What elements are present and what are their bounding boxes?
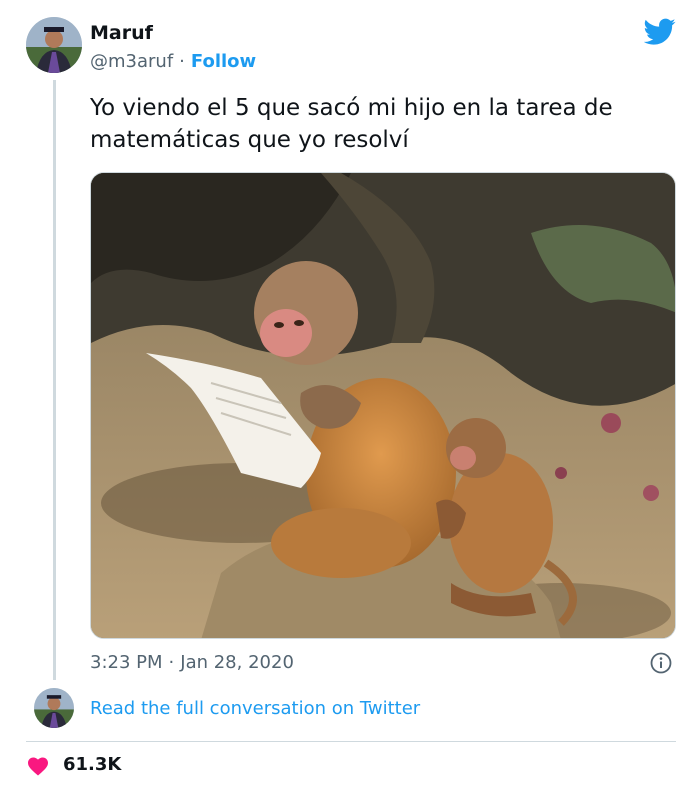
handle-row: @m3aruf · Follow: [90, 51, 256, 72]
author-name[interactable]: Maruf: [90, 22, 153, 44]
follow-button[interactable]: Follow: [191, 51, 256, 72]
like-count: 61.3K: [63, 754, 122, 775]
tweet-text: Yo viendo el 5 que sacó mi hijo en la ta…: [90, 95, 613, 153]
thread-line: [53, 80, 56, 680]
twitter-bird-icon[interactable]: [643, 18, 676, 46]
read-conversation-link[interactable]: Read the full conversation on Twitter: [90, 698, 420, 719]
author-handle[interactable]: @m3aruf: [90, 51, 173, 72]
separator-dot: ·: [168, 652, 175, 673]
divider: [26, 741, 676, 742]
heart-icon[interactable]: [27, 756, 49, 776]
tweet-photo[interactable]: [90, 172, 676, 639]
info-icon[interactable]: [650, 652, 672, 674]
tweet-date: Jan 28, 2020: [180, 652, 294, 673]
reply-avatar: [34, 688, 74, 728]
tweet-time: 3:23 PM: [90, 652, 163, 673]
author-avatar[interactable]: [26, 17, 82, 73]
tweet-card: Maruf @m3aruf · Follow Yo viendo el 5 que …: [0, 0, 700, 793]
timestamp[interactable]: 3:23 PM · Jan 28, 2020: [90, 652, 294, 673]
separator-dot: ·: [179, 51, 185, 72]
